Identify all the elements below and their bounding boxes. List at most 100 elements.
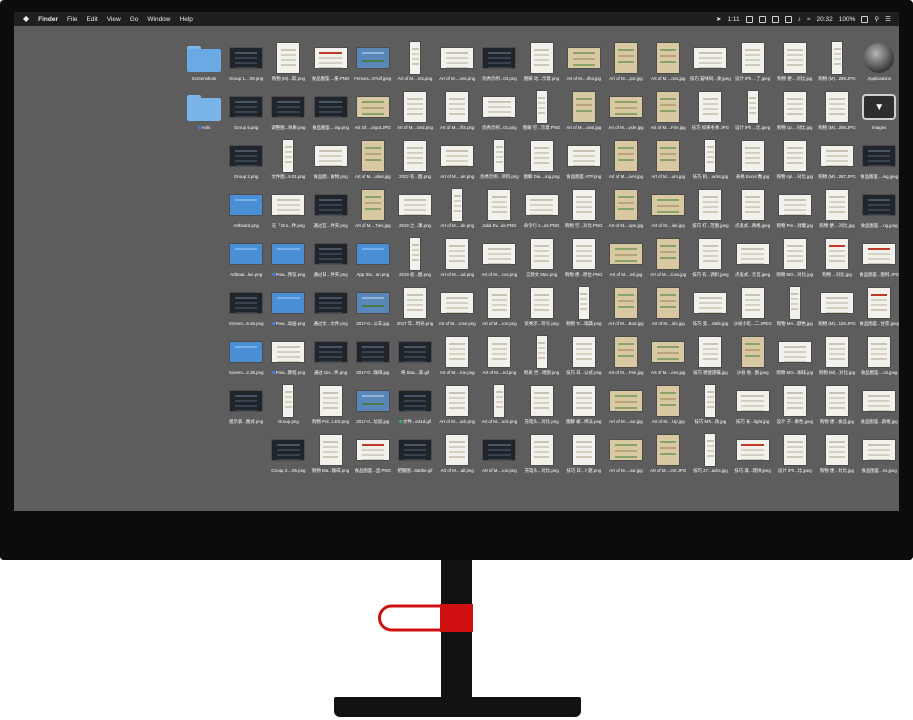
desktop-item[interactable]: Art of M....all.png xyxy=(437,432,477,480)
wifi-icon[interactable]: ≈ xyxy=(807,16,811,23)
desktop-item[interactable]: 购物 Ma...咖啡.png xyxy=(311,432,351,480)
desktop-item[interactable]: Art of M....ed.png xyxy=(479,334,519,382)
desktop-item[interactable]: Art Of....orgot.JPG xyxy=(353,89,393,137)
desktop-item[interactable]: 购物 (M)...287.JPG xyxy=(817,138,857,186)
menu-help[interactable]: Help xyxy=(180,16,193,23)
desktop-item[interactable]: Art of M....ons.png xyxy=(437,40,477,88)
desktop-item[interactable]: 命令行 s...ds.PNG xyxy=(522,187,562,235)
desktop-item[interactable]: 优秀示...符号.png xyxy=(522,285,562,333)
desktop-item[interactable]: 言频文 Mac.png xyxy=(522,236,562,284)
desktop-item[interactable]: Art of M....Ties.jpg xyxy=(353,187,393,235)
clock[interactable]: 20:32 xyxy=(817,16,833,23)
desktop-item[interactable]: Art of M....Fire.jpg xyxy=(606,334,646,382)
desktop-item[interactable]: 购物 空...对比.PNG xyxy=(564,187,604,235)
desktop-item[interactable]: Art of M....an.png xyxy=(437,138,477,186)
desktop-item[interactable]: 技巧 机....acks.jpg xyxy=(690,138,730,186)
menu-edit[interactable]: Edit xyxy=(87,16,98,23)
desktop-item[interactable]: 食品图鉴....ng.jpeg xyxy=(859,187,899,235)
desktop-item[interactable]: Pow...预览.png xyxy=(268,236,308,284)
desktop-item[interactable]: Art of M....uck.png xyxy=(479,383,519,431)
desktop-item[interactable]: 食品图鉴...颜格.jpg xyxy=(859,383,899,431)
desktop-item[interactable]: 调整图...效果.png xyxy=(268,89,308,137)
control-center-icon[interactable]: ☰ xyxy=(885,15,891,23)
desktop-item[interactable]: Art of M....uck.png xyxy=(437,383,477,431)
desktop-item[interactable]: 2022 有...图.png xyxy=(395,138,435,186)
desktop-item[interactable]: 食品图鉴....册.PNG xyxy=(311,40,351,88)
desktop-item[interactable]: 购物 ...对比.jpg xyxy=(817,236,857,284)
desktop-item[interactable]: 通过日...件夹.png xyxy=(311,236,351,284)
desktop-item[interactable]: App Sto...an.png xyxy=(353,236,393,284)
desktop-item[interactable]: 技巧 谋...理讲.jpeg xyxy=(733,432,773,480)
desktop-item[interactable]: 购物 (M)...288.JPG xyxy=(817,89,857,137)
desktop-item[interactable]: 购物 (M)...取.png xyxy=(268,40,308,88)
desktop-item[interactable]: Anki xyxy=(184,89,224,137)
desktop-item[interactable]: 食品图鉴...甘蔗.jpeg xyxy=(859,285,899,333)
desktop-item[interactable]: Artboard.png xyxy=(226,187,266,235)
desktop-item[interactable]: Art of M....ifts.png xyxy=(437,89,477,137)
desktop-item[interactable]: 优秀示例...03.png xyxy=(479,40,519,88)
desktop-item[interactable]: Screen...6.46.png xyxy=(226,285,266,333)
desktop-item[interactable]: Art of M....urn.jpg xyxy=(648,138,688,186)
status-icon[interactable] xyxy=(758,15,766,23)
desktop-item[interactable]: 通过互...件夹.png xyxy=(311,187,351,235)
desktop-item[interactable]: Art of M....pot.jpg xyxy=(606,40,646,88)
location-icon[interactable]: ➤ xyxy=(716,15,721,23)
desktop-item[interactable]: 点发式...两格.jpeg xyxy=(733,187,773,235)
desktop-item[interactable]: Art of M....od.png xyxy=(437,236,477,284)
desktop-item[interactable]: 技巧 日...7 题.png xyxy=(564,432,604,480)
desktop-item[interactable]: Art of M....oor.jpg xyxy=(606,383,646,431)
desktop-item[interactable]: Pow...教程.png xyxy=(268,334,308,382)
desktop-item[interactable]: 食品图...食物.png xyxy=(311,138,351,186)
desktop-item[interactable]: Pow...动画.png xyxy=(268,285,308,333)
desktop-item[interactable]: Artboar...lue.png xyxy=(226,236,266,284)
apple-menu-icon[interactable]: ◆ xyxy=(23,15,29,23)
desktop-item[interactable]: Art of M....oor.jpg xyxy=(606,432,646,480)
status-icon[interactable] xyxy=(771,15,779,23)
desktop-item[interactable]: Art of M....abel.jpg xyxy=(353,138,393,186)
desktop-item[interactable]: 购物 Pol...LES.png xyxy=(311,383,351,431)
desktop-item[interactable]: Group 5.png xyxy=(226,89,266,137)
desktop-item[interactable]: 技巧 长...light.jpg xyxy=(733,383,773,431)
desktop-item[interactable]: 技巧 日...公式.png xyxy=(564,334,604,382)
desktop-item[interactable]: 设计 子...果色.jpeg xyxy=(775,383,815,431)
desktop-item[interactable]: 购物 便...食品.jpg xyxy=(817,383,857,431)
menu-view[interactable]: View xyxy=(107,16,121,23)
desktop-item[interactable]: 设计 iPh...比.jpeg xyxy=(775,432,815,480)
desktop-item[interactable]: 2018 初...图.png xyxy=(395,236,435,284)
desktop-item[interactable]: 提示表...图式.png xyxy=(226,383,266,431)
desktop-item[interactable]: 表格 Excel 数.jpg xyxy=(733,138,773,186)
desktop-item[interactable]: Art of M....ide.jpg xyxy=(648,187,688,235)
desktop-item[interactable]: Group.png xyxy=(268,383,308,431)
desktop-item[interactable]: 把额图...8a0be.gif xyxy=(395,432,435,480)
desktop-item[interactable]: Group 1....09.png xyxy=(226,40,266,88)
desktop-item[interactable]: Art of M....ion.png xyxy=(479,432,519,480)
desktop-item[interactable]: 购物 (M)...289.JPG xyxy=(817,40,857,88)
desktop-item[interactable]: Screen...2.26.png xyxy=(226,334,266,382)
desktop-item[interactable]: Art of M....ssl.jpg xyxy=(606,236,646,284)
desktop-item[interactable]: 购物 MA...颜色.jpg xyxy=(775,285,815,333)
desktop-item[interactable]: 通过 Dis...件.png xyxy=(311,334,351,382)
desktop-item[interactable]: Art of M....nts.png xyxy=(395,40,435,88)
desktop-item[interactable]: 食品图鉴 ATP.png xyxy=(564,138,604,186)
desktop-item[interactable]: 购物 Tc...瑞典.png xyxy=(564,285,604,333)
desktop-item[interactable]: 食品图鉴...图例.JPG xyxy=(859,236,899,284)
spotlight-icon[interactable]: ⚲ xyxy=(874,15,879,23)
desktop-item[interactable]: 食品图鉴...显.PNG xyxy=(353,432,393,480)
desktop-item[interactable]: Art of M....ope.jpg xyxy=(606,187,646,235)
desktop-item[interactable]: Art of M....ids.jpg xyxy=(648,285,688,333)
desktop-item[interactable]: 购物 便...对比.jpg xyxy=(817,432,857,480)
desktop-item[interactable]: Applications xyxy=(859,40,899,88)
desktop-item[interactable]: 充电头...对比.png xyxy=(522,383,562,431)
desktop-item[interactable]: 图解 动...示意.png xyxy=(522,40,562,88)
desktop-item[interactable]: 将 Stac...库.gif xyxy=(395,334,435,382)
desktop-item[interactable]: 2017 年...时光.png xyxy=(395,285,435,333)
desktop-item[interactable]: Fences...9?ulf.jpeg xyxy=(353,40,393,88)
desktop-item[interactable]: 购物 便...原位.PNG xyxy=(564,236,604,284)
desktop-item[interactable]: 充电头...对比.png xyxy=(522,432,562,480)
menu-go[interactable]: Go xyxy=(130,16,139,23)
desktop-item[interactable]: 2017-0...公车.jpg xyxy=(353,285,393,333)
desktop-item[interactable]: Art of M....de.png xyxy=(437,187,477,235)
desktop-item[interactable]: 沙县小吃...二.JPEG xyxy=(733,285,773,333)
desktop-item[interactable]: Art of M....ycle.jpg xyxy=(606,89,646,137)
desktop-item[interactable]: 技巧 猫咪饲...食.jpeg xyxy=(690,40,731,88)
